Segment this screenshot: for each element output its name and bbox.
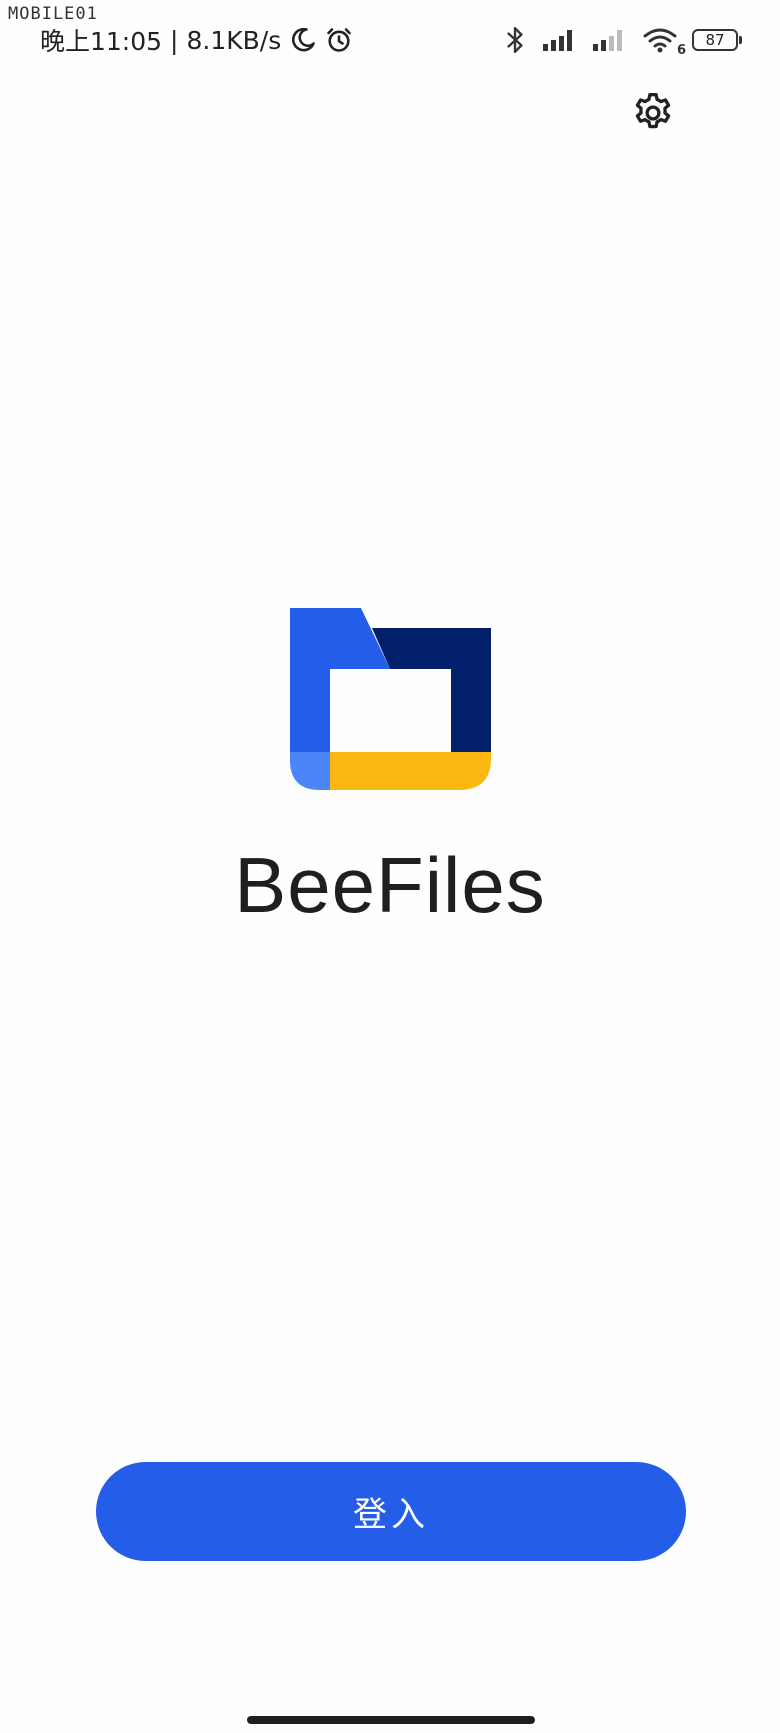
- status-time: 晚上11:05: [40, 27, 163, 56]
- login-button[interactable]: 登入: [96, 1462, 686, 1561]
- bluetooth-icon: [502, 25, 528, 55]
- gear-icon: [631, 91, 675, 139]
- folder-logo-icon: [290, 608, 491, 790]
- status-separator: |: [170, 25, 179, 55]
- app-title: BeeFiles: [234, 841, 546, 929]
- battery-level: 87: [705, 31, 725, 49]
- status-bar-right: 6 87: [502, 22, 742, 58]
- moon-icon: [289, 26, 317, 54]
- alarm-icon: [325, 26, 353, 54]
- app-logo: [290, 608, 492, 790]
- wifi-icon: 6: [642, 26, 686, 58]
- logo-navy-panel: [372, 628, 491, 752]
- logo-lightblue-corner: [290, 752, 330, 790]
- status-bar-left: 晚上11:05 | 8.1KB/s: [40, 22, 353, 58]
- signal-icon: [542, 28, 578, 52]
- signal-icon: [592, 28, 628, 52]
- battery-indicator: 87: [692, 29, 742, 51]
- home-indicator[interactable]: [247, 1716, 535, 1724]
- network-speed: 8.1KB/s: [186, 25, 282, 55]
- wifi-badge: 6: [676, 43, 686, 58]
- watermark: MOBILE01: [8, 4, 98, 24]
- settings-button[interactable]: [626, 88, 680, 142]
- logo-yellow-bar: [330, 752, 491, 790]
